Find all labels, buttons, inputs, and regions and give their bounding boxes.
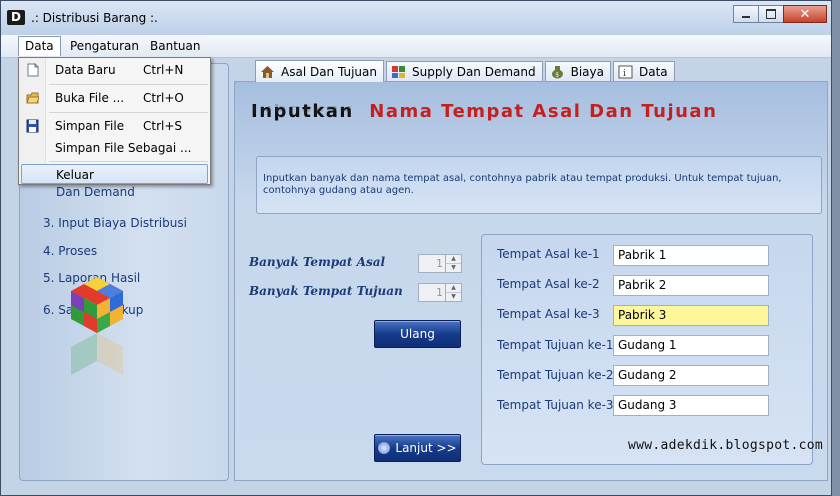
svg-text:i: i	[623, 69, 626, 79]
field-label-asal-2: Tempat Asal ke-2	[497, 277, 600, 291]
tujuan-count-value: 1	[436, 286, 443, 299]
info-doc-icon: i	[618, 65, 633, 79]
menu-item-data-baru[interactable]: Data Baru Ctrl+N	[19, 60, 210, 80]
menu-item-label: Buka File ...	[55, 91, 125, 105]
close-button[interactable]: ✕	[783, 5, 827, 23]
spin-up-icon[interactable]: ▲	[446, 255, 461, 264]
menu-item-label: Keluar	[56, 168, 94, 182]
tujuan-3-input[interactable]: Gudang 3	[613, 395, 769, 416]
tab-label: Biaya	[570, 64, 604, 79]
maximize-button[interactable]	[758, 5, 784, 23]
tab-bar: Asal Dan Tujuan Supply Dan Demand $ Biay…	[255, 60, 677, 82]
svg-text:$: $	[555, 71, 559, 78]
field-label-tujuan-3: Tempat Tujuan ke-3	[497, 398, 614, 412]
save-disk-icon	[26, 119, 39, 133]
money-bag-icon: $	[551, 65, 563, 78]
menu-data[interactable]: Data	[18, 36, 61, 56]
maximize-icon	[766, 9, 776, 19]
sidebar-item-proses[interactable]: 4. Proses	[43, 244, 97, 258]
asal-2-input[interactable]: Pabrik 2	[613, 275, 769, 296]
spin-up-icon[interactable]: ▲	[446, 284, 461, 293]
asal-count-stepper[interactable]: 1 ▲ ▼	[418, 254, 462, 273]
open-folder-icon	[26, 92, 39, 104]
grid-icon	[392, 65, 405, 78]
field-label-tujuan-1: Tempat Tujuan ke-1	[497, 338, 614, 352]
menu-item-label: Data Baru	[55, 63, 116, 77]
tab-asal-tujuan[interactable]: Asal Dan Tujuan	[255, 60, 384, 82]
title-part-2: Nama Tempat Asal Dan Tujuan	[369, 101, 718, 122]
menu-item-buka-file[interactable]: Buka File ... Ctrl+O	[19, 88, 210, 108]
arrow-circle-icon	[378, 441, 391, 454]
ulang-button[interactable]: Ulang	[374, 320, 461, 348]
app-icon: D	[7, 10, 25, 25]
field-label-tujuan-2: Tempat Tujuan ke-2	[497, 368, 614, 382]
info-box: Inputkan banyak dan nama tempat asal, co…	[256, 156, 822, 214]
menu-item-label: Simpan File Sebagai ...	[55, 141, 192, 155]
tujuan-2-input[interactable]: Gudang 2	[613, 365, 769, 386]
menu-item-simpan-file[interactable]: Simpan File Ctrl+S	[19, 116, 210, 136]
menu-pengaturan[interactable]: Pengaturan	[64, 38, 145, 54]
tab-label: Data	[638, 64, 668, 79]
tab-data[interactable]: i Data	[612, 61, 675, 81]
tab-supply-demand[interactable]: Supply Dan Demand	[386, 61, 543, 81]
close-icon: ✕	[799, 6, 811, 22]
tujuan-count-stepper[interactable]: 1 ▲ ▼	[418, 283, 462, 302]
watermark-text: www.adekdik.blogspot.com	[628, 438, 824, 453]
menu-item-shortcut: Ctrl+S	[143, 119, 183, 133]
field-label-asal-1: Tempat Asal ke-1	[497, 247, 600, 261]
house-icon	[261, 65, 274, 78]
background-strip	[832, 0, 840, 496]
data-menu-dropdown: Data Baru Ctrl+N Buka File ... Ctrl+O Si…	[18, 57, 211, 185]
label-banyak-asal: Banyak Tempat Asal	[249, 255, 386, 269]
asal-3-input[interactable]: Pabrik 3	[613, 305, 769, 326]
menu-bar: Data Pengaturan Bantuan	[1, 35, 831, 58]
title-bar[interactable]: D .: Distribusi Barang :. ✕	[1, 1, 831, 36]
field-label-asal-3: Tempat Asal ke-3	[497, 307, 600, 321]
title-reflection: Inputkan	[251, 103, 354, 115]
app-window: D .: Distribusi Barang :. ✕ Data Pengatu…	[0, 0, 832, 496]
menu-item-shortcut: Ctrl+O	[143, 91, 184, 105]
minimize-icon	[742, 16, 750, 18]
window-title: .: Distribusi Barang :.	[31, 11, 158, 25]
menu-bantuan[interactable]: Bantuan	[144, 38, 206, 54]
menu-item-simpan-sebagai[interactable]: Simpan File Sebagai ...	[19, 138, 210, 158]
cube-logo-icon	[71, 277, 123, 375]
info-text: Inputkan banyak dan nama tempat asal, co…	[263, 173, 782, 196]
tab-biaya[interactable]: $ Biaya	[544, 61, 611, 81]
sidebar-item-supply-demand[interactable]: Dan Demand	[56, 185, 135, 199]
menu-item-keluar[interactable]: Keluar	[21, 164, 208, 184]
new-file-icon	[27, 63, 39, 77]
sidebar-item-biaya[interactable]: 3. Input Biaya Distribusi	[43, 216, 187, 230]
menu-item-label: Simpan File	[55, 119, 125, 133]
minimize-button[interactable]	[733, 5, 759, 23]
lanjut-button[interactable]: Lanjut >>	[374, 434, 461, 462]
tab-label: Supply Dan Demand	[412, 64, 536, 79]
tab-label: Asal Dan Tujuan	[281, 64, 377, 79]
tujuan-1-input[interactable]: Gudang 1	[613, 335, 769, 356]
lanjut-label: Lanjut >>	[395, 441, 457, 455]
menu-item-shortcut: Ctrl+N	[143, 63, 184, 77]
spin-down-icon[interactable]: ▼	[446, 264, 461, 272]
asal-count-value: 1	[436, 257, 443, 270]
label-banyak-tujuan: Banyak Tempat Tujuan	[249, 284, 403, 298]
asal-1-input[interactable]: Pabrik 1	[613, 245, 769, 266]
spin-down-icon[interactable]: ▼	[446, 293, 461, 301]
